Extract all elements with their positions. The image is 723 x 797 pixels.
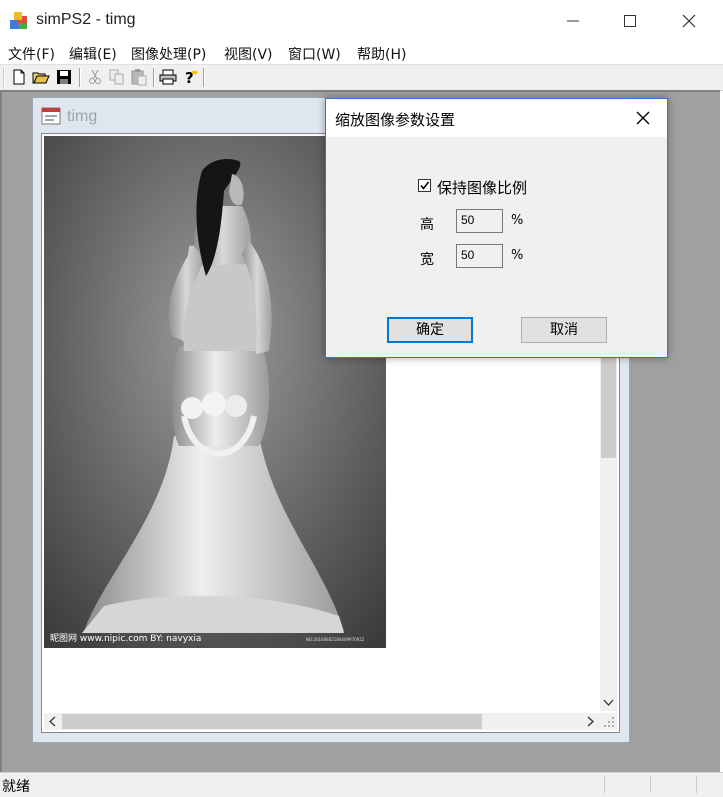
status-panel — [650, 776, 651, 793]
size-grip[interactable] — [600, 713, 617, 730]
cut-icon[interactable] — [86, 68, 104, 86]
scroll-right-icon[interactable] — [587, 716, 595, 727]
paste-icon[interactable] — [130, 68, 148, 86]
title-bar: simPS2 - timg — [0, 0, 723, 42]
menu-window[interactable]: 窗口(W) — [288, 44, 341, 64]
new-icon[interactable] — [10, 68, 28, 86]
close-button[interactable] — [660, 0, 718, 42]
save-icon[interactable] — [55, 68, 73, 86]
horizontal-scrollbar[interactable] — [44, 713, 600, 730]
close-icon — [636, 111, 650, 125]
toolbar-separator — [79, 68, 81, 87]
menu-help[interactable]: 帮助(H) — [357, 44, 406, 64]
help-icon[interactable]: ? — [181, 68, 199, 86]
status-bar: 就绪 — [0, 772, 723, 797]
toolbar: ? — [0, 64, 723, 91]
width-input[interactable]: 50 — [456, 244, 503, 268]
window-title: simPS2 - timg — [36, 11, 136, 28]
status-panel — [696, 776, 697, 793]
scroll-left-icon[interactable] — [49, 716, 57, 727]
close-icon — [682, 14, 696, 28]
maximize-button[interactable] — [601, 0, 659, 42]
photo-watermark: 昵图网 www.nipic.com BY: navyxia — [50, 633, 201, 644]
checkmark-icon — [420, 181, 430, 190]
height-label: 高 — [420, 217, 434, 233]
menu-view[interactable]: 视图(V) — [224, 44, 273, 64]
cancel-button[interactable]: 取消 — [521, 317, 607, 343]
open-icon[interactable] — [32, 68, 50, 86]
menu-file[interactable]: 文件(F) — [8, 44, 55, 64]
toolbar-grip — [3, 68, 5, 87]
status-text: 就绪 — [2, 779, 30, 795]
vertical-scroll-thumb[interactable] — [601, 348, 616, 458]
toolbar-separator — [153, 68, 155, 87]
app-icon — [10, 12, 27, 29]
width-unit: % — [511, 248, 524, 263]
ok-button[interactable]: 确定 — [387, 317, 473, 343]
dialog-title-bar: 缩放图像参数设置 — [326, 99, 667, 137]
keep-ratio-label[interactable]: 保持图像比例 — [437, 177, 527, 198]
horizontal-scroll-thumb[interactable] — [62, 714, 482, 729]
resize-dialog: 缩放图像参数设置 保持图像比例 高 50 % 宽 50 % 确定 取消 — [325, 98, 668, 358]
dialog-title: 缩放图像参数设置 — [335, 111, 456, 129]
grip-icon — [604, 717, 614, 727]
dialog-close-button[interactable] — [621, 99, 667, 137]
toolbar-separator — [203, 68, 205, 87]
scroll-down-icon[interactable] — [603, 699, 614, 707]
keep-ratio-checkbox[interactable] — [418, 179, 431, 192]
copy-icon[interactable] — [108, 68, 126, 86]
photo-id: NO:20100802184409970922 — [306, 637, 365, 642]
menu-edit[interactable]: 编辑(E) — [69, 44, 117, 64]
height-input[interactable]: 50 — [456, 209, 503, 233]
width-label: 宽 — [420, 252, 434, 268]
status-panel — [604, 776, 605, 793]
maximize-icon — [624, 15, 636, 27]
height-unit: % — [511, 213, 524, 228]
minimize-icon — [567, 20, 579, 22]
print-icon[interactable] — [159, 68, 177, 86]
minimize-button[interactable] — [544, 0, 602, 42]
child-window-title: timg — [67, 108, 98, 125]
menu-image-process[interactable]: 图像处理(P) — [131, 44, 206, 64]
document-icon — [41, 107, 61, 125]
menu-bar: 文件(F) 编辑(E) 图像处理(P) 视图(V) 窗口(W) 帮助(H) — [0, 42, 723, 64]
